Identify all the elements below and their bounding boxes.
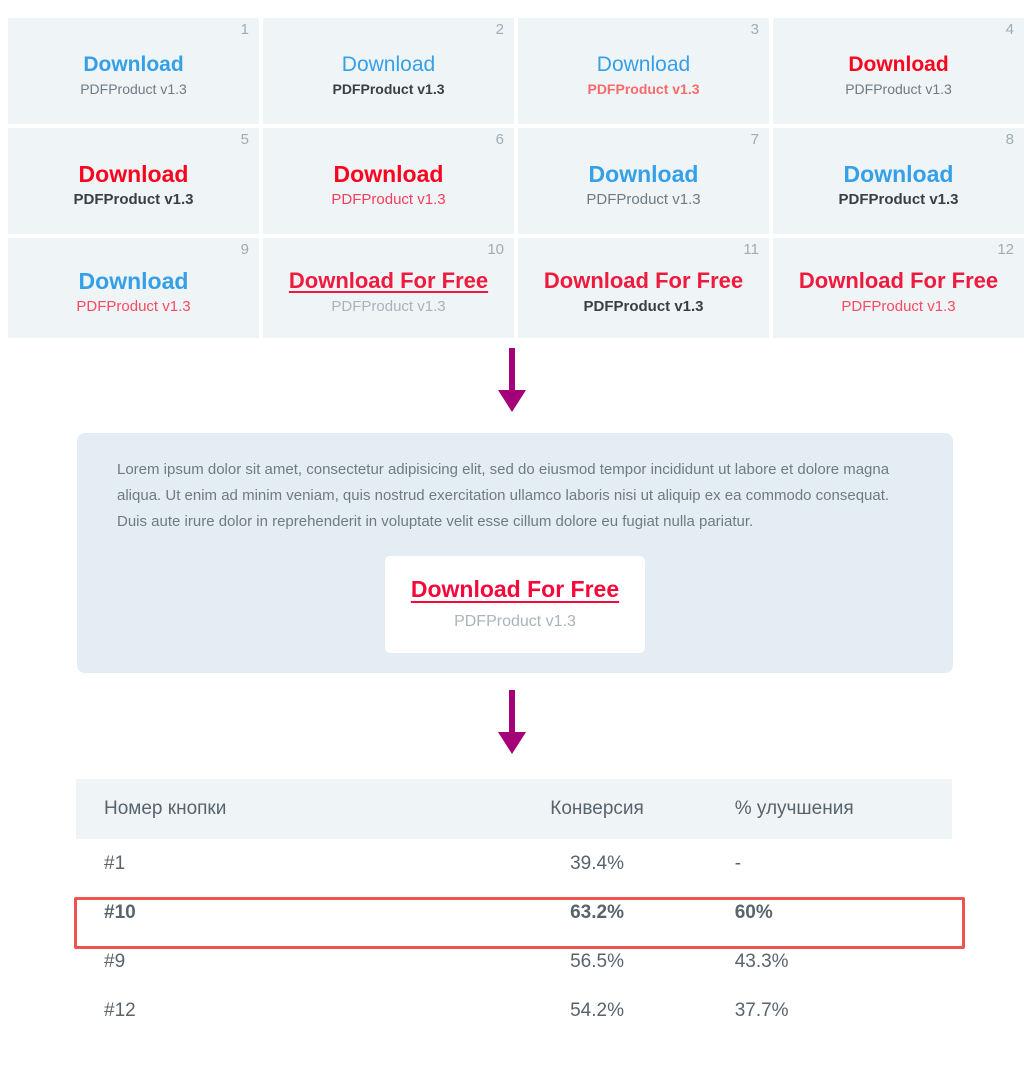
variant-cta-sub: PDFProduct v1.3 (841, 297, 956, 315)
variant-number-badge: 7 (750, 131, 759, 148)
variant-cta-sub: PDFProduct v1.3 (586, 191, 701, 209)
header-button-number: Номер кнопки (76, 779, 472, 839)
variant-number-badge: 11 (743, 241, 759, 258)
down-arrow-icon (498, 348, 526, 412)
variant-cell-10[interactable]: 10 Download For Free PDFProduct v1.3 (263, 238, 514, 338)
variant-number-badge: 6 (495, 131, 504, 148)
header-improvement: % улучшения (722, 779, 952, 839)
table-row: #12 54.2% 37.7% (76, 986, 952, 1035)
lorem-paragraph: Lorem ipsum dolor sit amet, consectetur … (117, 461, 890, 530)
variant-cta-main[interactable]: Download (589, 161, 699, 187)
flow-arrow-bottom (0, 690, 1024, 756)
variant-cta-main[interactable]: Download (83, 53, 183, 77)
button-variant-grid: 1 Download PDFProduct v1.3 2 Download PDFProd… (8, 18, 1024, 338)
table-header-row: Номер кнопки Конверсия % улучшения (76, 779, 952, 839)
variant-cta-sub: PDFProduct v1.3 (73, 191, 194, 209)
variant-number-badge: 4 (1005, 21, 1014, 38)
variant-cta-sub: PDFProduct v1.3 (80, 80, 187, 97)
cell-conversion: 56.5% (570, 950, 624, 972)
cell-improvement: 43.3% (734, 950, 789, 972)
variant-number-badge: 9 (240, 241, 249, 258)
cell-conversion: 63.2% (570, 901, 624, 923)
variant-number-badge: 1 (240, 21, 249, 38)
variant-cta-main[interactable]: Download (844, 161, 954, 187)
variant-cta-sub: PDFProduct v1.3 (76, 298, 191, 316)
variant-cta-sub: PDFProduct v1.3 (838, 191, 959, 209)
variant-cta-sub: PDFProduct v1.3 (331, 191, 446, 209)
variant-cta-sub: PDFProduct v1.3 (331, 297, 446, 315)
variant-cell-7[interactable]: 7 Download PDFProduct v1.3 (518, 128, 769, 234)
variant-cta-sub: PDFProduct v1.3 (845, 80, 952, 97)
variant-cta-main[interactable]: Download (848, 53, 948, 77)
variant-cell-11[interactable]: 11 Download For Free PDFProduct v1.3 (518, 238, 769, 338)
variant-number-badge: 12 (997, 241, 1014, 258)
variant-cta-sub: PDFProduct v1.3 (587, 80, 700, 97)
variant-cta-main[interactable]: Download (79, 268, 189, 294)
variant-cell-9[interactable]: 9 Download PDFProduct v1.3 (8, 238, 259, 338)
variant-number-badge: 5 (240, 131, 249, 148)
results-table-body: #1 39.4% - #10 63.2% 60% #9 56.5% 43.3% #12 54.2% 3… (76, 839, 952, 1035)
results-table: Номер кнопки Конверсия % улучшения #1 39.… (76, 779, 952, 1035)
cell-conversion: 54.2% (570, 999, 624, 1021)
cta-main-label[interactable]: Download For Free (385, 576, 645, 604)
variant-cell-4[interactable]: 4 Download PDFProduct v1.3 (773, 18, 1024, 124)
cta-sub-label: PDFProduct v1.3 (454, 612, 576, 630)
variant-cell-1[interactable]: 1 Download PDFProduct v1.3 (8, 18, 259, 124)
variant-number-badge: 8 (1005, 131, 1014, 148)
cell-button-number: #9 (104, 950, 126, 972)
variant-cta-main[interactable]: Download For Free (799, 268, 998, 293)
variant-cta-main[interactable]: Download For Free (289, 268, 488, 293)
variant-cell-5[interactable]: 5 Download PDFProduct v1.3 (8, 128, 259, 234)
variant-cell-3[interactable]: 3 Download PDFProduct v1.3 (518, 18, 769, 124)
variant-number-badge: 10 (487, 241, 504, 258)
variant-cta-main[interactable]: Download (334, 161, 444, 187)
results-table-head: Номер кнопки Конверсия % улучшения (76, 779, 952, 839)
variant-cell-2[interactable]: 2 Download PDFProduct v1.3 (263, 18, 514, 124)
variant-cta-main[interactable]: Download (597, 53, 690, 77)
variant-cell-6[interactable]: 6 Download PDFProduct v1.3 (263, 128, 514, 234)
cell-conversion: 39.4% (570, 852, 624, 874)
variant-cell-12[interactable]: 12 Download For Free PDFProduct v1.3 (773, 238, 1024, 338)
variant-cell-8[interactable]: 8 Download PDFProduct v1.3 (773, 128, 1024, 234)
winning-cta-card[interactable]: Download For Free PDFProduct v1.3 (385, 556, 645, 654)
cell-button-number: #1 (104, 852, 126, 874)
variant-cta-main[interactable]: Download (79, 161, 189, 187)
variant-cta-main[interactable]: Download For Free (544, 268, 743, 293)
variant-number-badge: 3 (750, 21, 759, 38)
table-row: #1 39.4% - (76, 839, 952, 888)
description-panel: Lorem ipsum dolor sit amet, consectetur … (77, 433, 953, 673)
cell-button-number: #10 (104, 901, 136, 923)
down-arrow-icon (498, 690, 526, 754)
variant-cta-sub: PDFProduct v1.3 (583, 297, 704, 315)
header-conversion: Конверсия (471, 779, 723, 839)
cell-improvement: 37.7% (734, 999, 789, 1021)
flow-arrow-top (0, 348, 1024, 414)
cell-button-number: #12 (104, 999, 136, 1021)
variant-number-badge: 2 (495, 21, 504, 38)
variant-cta-main[interactable]: Download (342, 53, 435, 77)
table-row: #10 63.2% 60% (76, 888, 952, 937)
table-row: #9 56.5% 43.3% (76, 937, 952, 986)
variant-cta-sub: PDFProduct v1.3 (332, 80, 445, 97)
cell-improvement: 60% (734, 901, 773, 923)
cell-improvement: - (734, 852, 742, 874)
